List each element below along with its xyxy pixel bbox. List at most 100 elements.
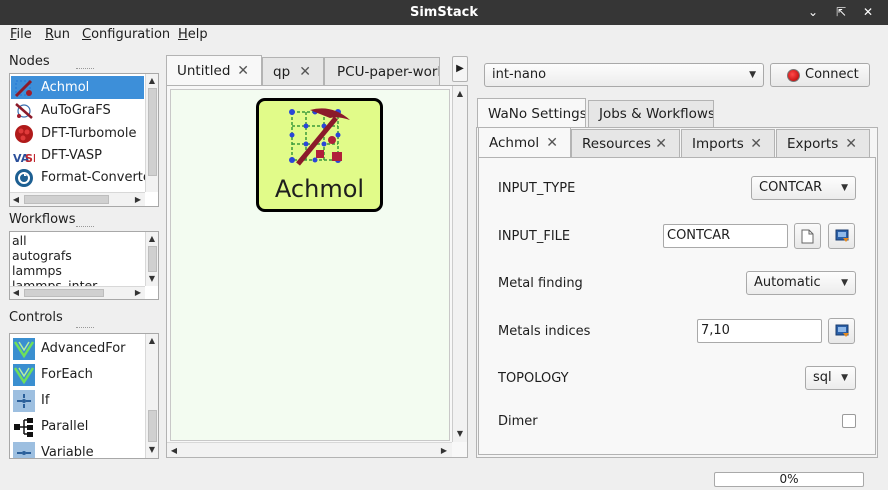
scroll-left-icon[interactable]: ◀ [169,446,179,456]
scroll-up-icon[interactable]: ▲ [147,234,157,244]
tab-jobs-workflows[interactable]: Jobs & Workflows [588,100,714,127]
menu-file[interactable]: File [10,26,32,44]
scroll-up-icon[interactable]: ▲ [147,336,157,346]
scroll-right-icon[interactable]: ▶ [133,288,143,298]
input-file-field[interactable]: CONTCAR [663,224,788,248]
list-item[interactable]: ForEach [11,362,93,388]
scroll-down-icon[interactable]: ▼ [147,445,157,455]
nodes-horizontal-scrollbar[interactable]: ◀ ▶ [10,192,145,206]
close-tab-icon[interactable]: ✕ [299,58,311,85]
workflows-horizontal-scrollbar[interactable]: ◀ ▶ [10,286,145,299]
nodes-vertical-scrollbar[interactable]: ▲ [145,74,158,192]
achmol-icon [13,78,35,98]
metals-indices-field[interactable]: 7,10 [697,319,822,343]
dimer-label: Dimer [498,414,538,429]
scroll-down-icon[interactable]: ▼ [455,429,465,439]
close-tab-icon[interactable]: ✕ [750,130,762,157]
dimer-checkbox[interactable] [842,414,856,428]
input-file-label: INPUT_FILE [498,229,571,244]
nodes-label: Nodes [9,54,50,69]
metal-finding-select[interactable]: Automatic ▼ [746,271,856,295]
connect-button[interactable]: Connect [770,63,870,87]
tab-qp[interactable]: qp ✕ [262,57,324,85]
close-tab-icon[interactable]: ✕ [237,56,249,85]
close-tab-icon[interactable]: ✕ [546,128,558,158]
server-select[interactable]: int-nano ▼ [484,63,764,87]
list-item-label: Variable [41,445,94,459]
tab-wano-settings[interactable]: WaNo Settings [477,98,586,128]
scroll-thumb[interactable] [148,246,157,272]
list-item[interactable]: VASP DFT-VASP [11,145,102,166]
scroll-down-icon[interactable]: ▼ [147,274,157,284]
splitter-grip[interactable] [76,327,94,330]
scroll-up-icon[interactable]: ▲ [147,76,157,86]
close-tab-icon[interactable]: ✕ [845,130,857,157]
close-tab-icon[interactable]: ✕ [655,130,667,157]
list-item[interactable]: Format-Converter [11,166,156,189]
scroll-thumb[interactable] [148,88,157,176]
list-item[interactable]: Variable [11,440,94,459]
workflow-node-achmol[interactable]: Achmol [256,98,383,212]
autografs-icon [13,101,35,121]
window-title: SimStack [409,5,479,20]
close-icon[interactable]: ✕ [859,3,877,21]
list-item-label: DFT-Turbomole [41,126,137,141]
restore-icon[interactable]: ⇱ [832,3,850,21]
topology-value: sql [813,370,832,385]
chevron-down-icon: ▼ [841,183,848,193]
list-item-label: ForEach [41,367,93,382]
scroll-left-icon[interactable]: ◀ [11,288,21,298]
canvas-horizontal-scrollbar[interactable]: ◀ ▶ [167,442,452,457]
controls-vertical-scrollbar[interactable]: ▲ ▼ [145,334,158,458]
scroll-thumb[interactable] [148,410,157,442]
menu-help[interactable]: Help [178,26,208,44]
list-item-label: Parallel [41,419,89,434]
tab-scroll-right-icon[interactable]: ▶ [452,56,468,82]
tab-imports[interactable]: Imports ✕ [681,129,775,157]
list-item[interactable]: If [11,388,49,414]
import-indices-button[interactable] [828,318,855,344]
tab-achmol[interactable]: Achmol ✕ [478,127,571,158]
list-item[interactable]: lammps [12,263,62,278]
workflow-canvas[interactable]: Achmol [170,89,450,441]
workflows-list[interactable]: all autografs lammps lammps_inter ▲ ▼ ◀ … [9,231,159,300]
nodes-list[interactable]: Achmol AuToGraFS DFT-Turbomole VASP DFT-… [9,73,159,207]
list-item-label: Achmol [41,80,90,95]
topology-select[interactable]: sql ▼ [805,366,856,390]
tab-pcu-paper-workflow[interactable]: PCU-paper-workf [324,57,440,85]
document-icon [801,229,814,244]
scroll-left-icon[interactable]: ◀ [11,195,21,205]
chevron-down-icon: ▼ [841,278,848,288]
list-item[interactable]: Parallel [11,414,88,440]
scroll-up-icon[interactable]: ▲ [455,89,465,99]
import-file-button[interactable] [828,223,855,249]
workflows-vertical-scrollbar[interactable]: ▲ ▼ [145,232,158,286]
list-item[interactable]: AdvancedFor [11,336,126,362]
list-item[interactable]: autografs [12,248,72,263]
scroll-thumb[interactable] [24,195,109,204]
scroll-right-icon[interactable]: ▶ [439,446,449,456]
connection-status-icon [787,69,800,82]
tab-untitled[interactable]: Untitled ✕ [166,55,262,85]
input-type-value: CONTCAR [759,180,823,195]
splitter-grip[interactable] [76,226,94,229]
tab-label: Untitled [177,63,231,79]
list-item[interactable]: DFT-Turbomole [11,122,137,145]
scroll-thumb[interactable] [24,289,104,297]
list-item[interactable]: AuToGraFS [11,99,111,122]
canvas-vertical-scrollbar[interactable]: ▲ ▼ [452,86,467,442]
tab-exports[interactable]: Exports ✕ [776,129,870,157]
scroll-right-icon[interactable]: ▶ [133,195,143,205]
controls-list[interactable]: AdvancedFor ForEach If Parallel Variable… [9,333,159,459]
minimize-icon[interactable]: ⌄ [804,3,822,21]
list-item[interactable]: all [12,233,27,248]
advanced-for-icon [13,338,35,360]
browse-file-button[interactable] [794,223,821,249]
list-item[interactable]: Achmol [11,76,144,99]
input-type-select[interactable]: CONTCAR ▼ [751,176,856,200]
menu-run[interactable]: Run [45,26,70,44]
menu-configuration[interactable]: Configuration [82,26,170,44]
node-label: Achmol [274,175,365,203]
tab-resources[interactable]: Resources ✕ [571,129,680,157]
splitter-grip[interactable] [76,68,94,71]
